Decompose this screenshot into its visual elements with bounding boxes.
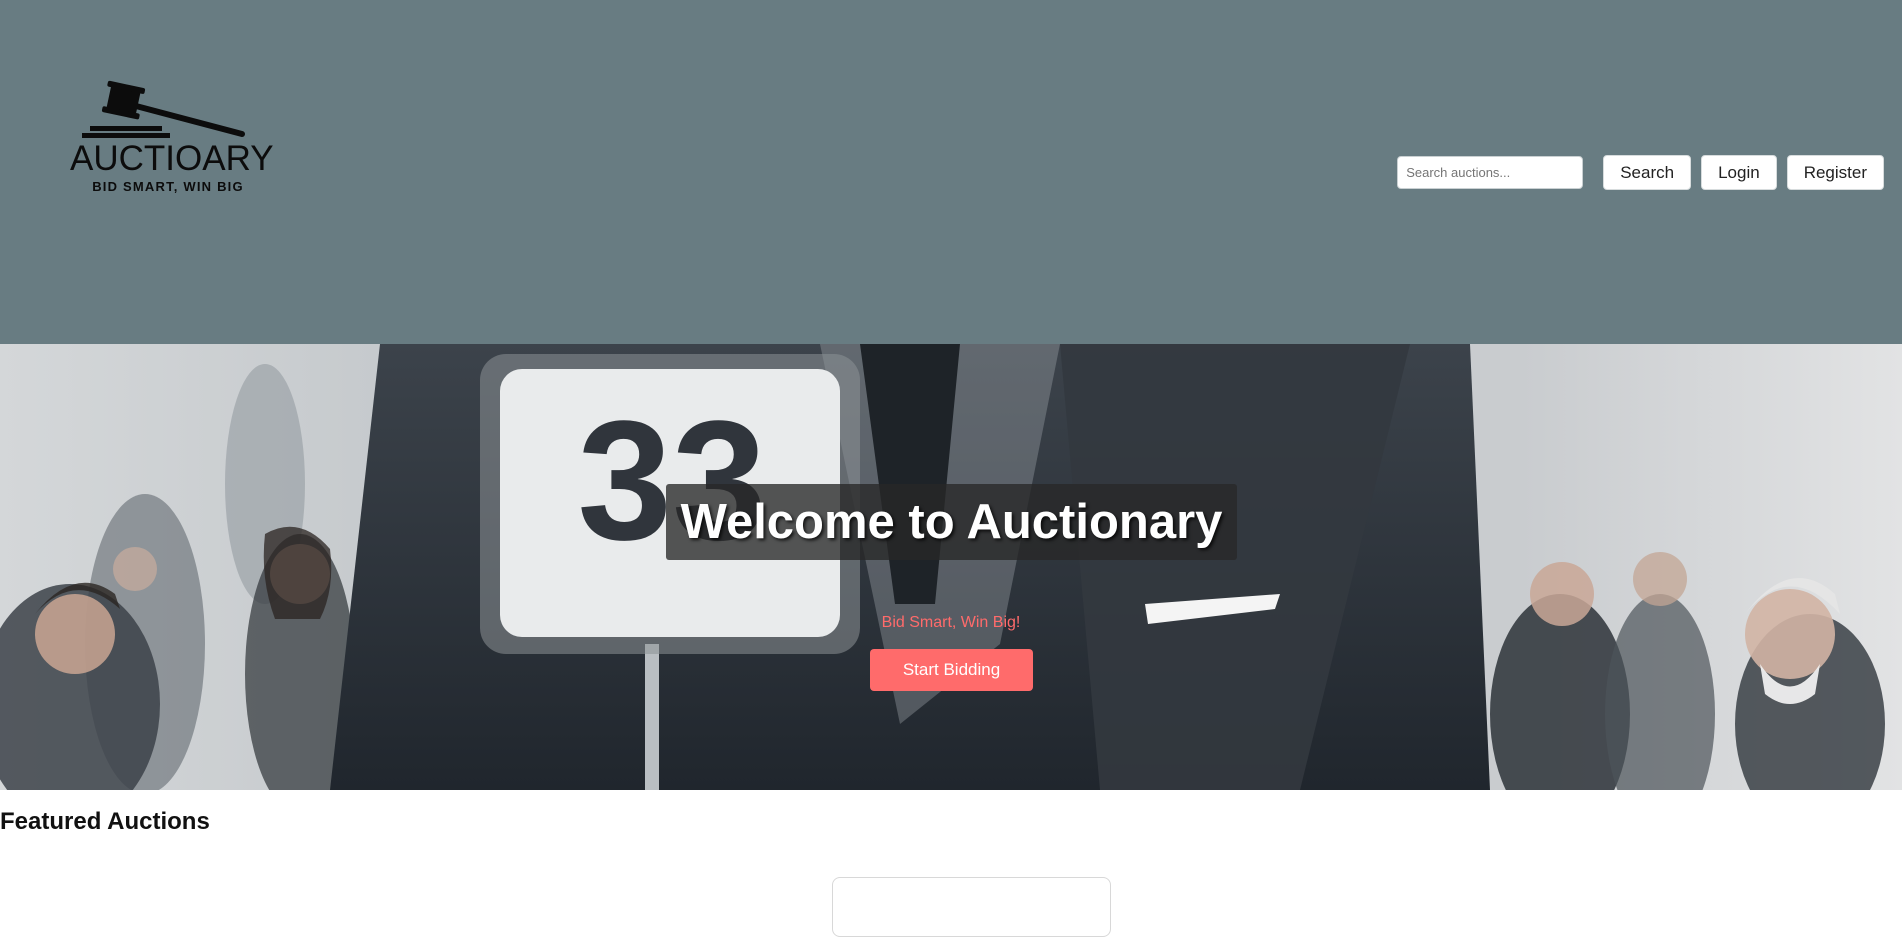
brand-logo[interactable]: AUCTIOARY BID SMART, WIN BIG (70, 80, 274, 200)
login-button[interactable]: Login (1701, 155, 1777, 190)
gavel-icon (82, 80, 245, 138)
start-bidding-button[interactable]: Start Bidding (870, 649, 1033, 691)
header-nav: Search Login Register (1397, 155, 1884, 190)
register-button[interactable]: Register (1786, 155, 1884, 190)
hero-title: Welcome to Auctionary (680, 495, 1223, 549)
brand-wordmark: AUCTIOARY (70, 139, 274, 178)
hero-subtitle: Bid Smart, Win Big! (881, 614, 1021, 631)
hero-banner: 33 Welcome to Auctionary Bid Smart, Win … (0, 344, 1902, 790)
search-input[interactable] (1397, 156, 1584, 189)
site-header: AUCTIOARY BID SMART, WIN BIG Search Logi… (0, 0, 1902, 344)
auction-card[interactable] (832, 877, 1111, 937)
hero-background-image: 33 (0, 344, 1902, 790)
search-button[interactable]: Search (1603, 155, 1692, 190)
hero-title-box: Welcome to Auctionary (666, 484, 1237, 560)
brand-tagline: BID SMART, WIN BIG (92, 179, 244, 194)
featured-auctions-heading: Featured Auctions (0, 808, 210, 835)
